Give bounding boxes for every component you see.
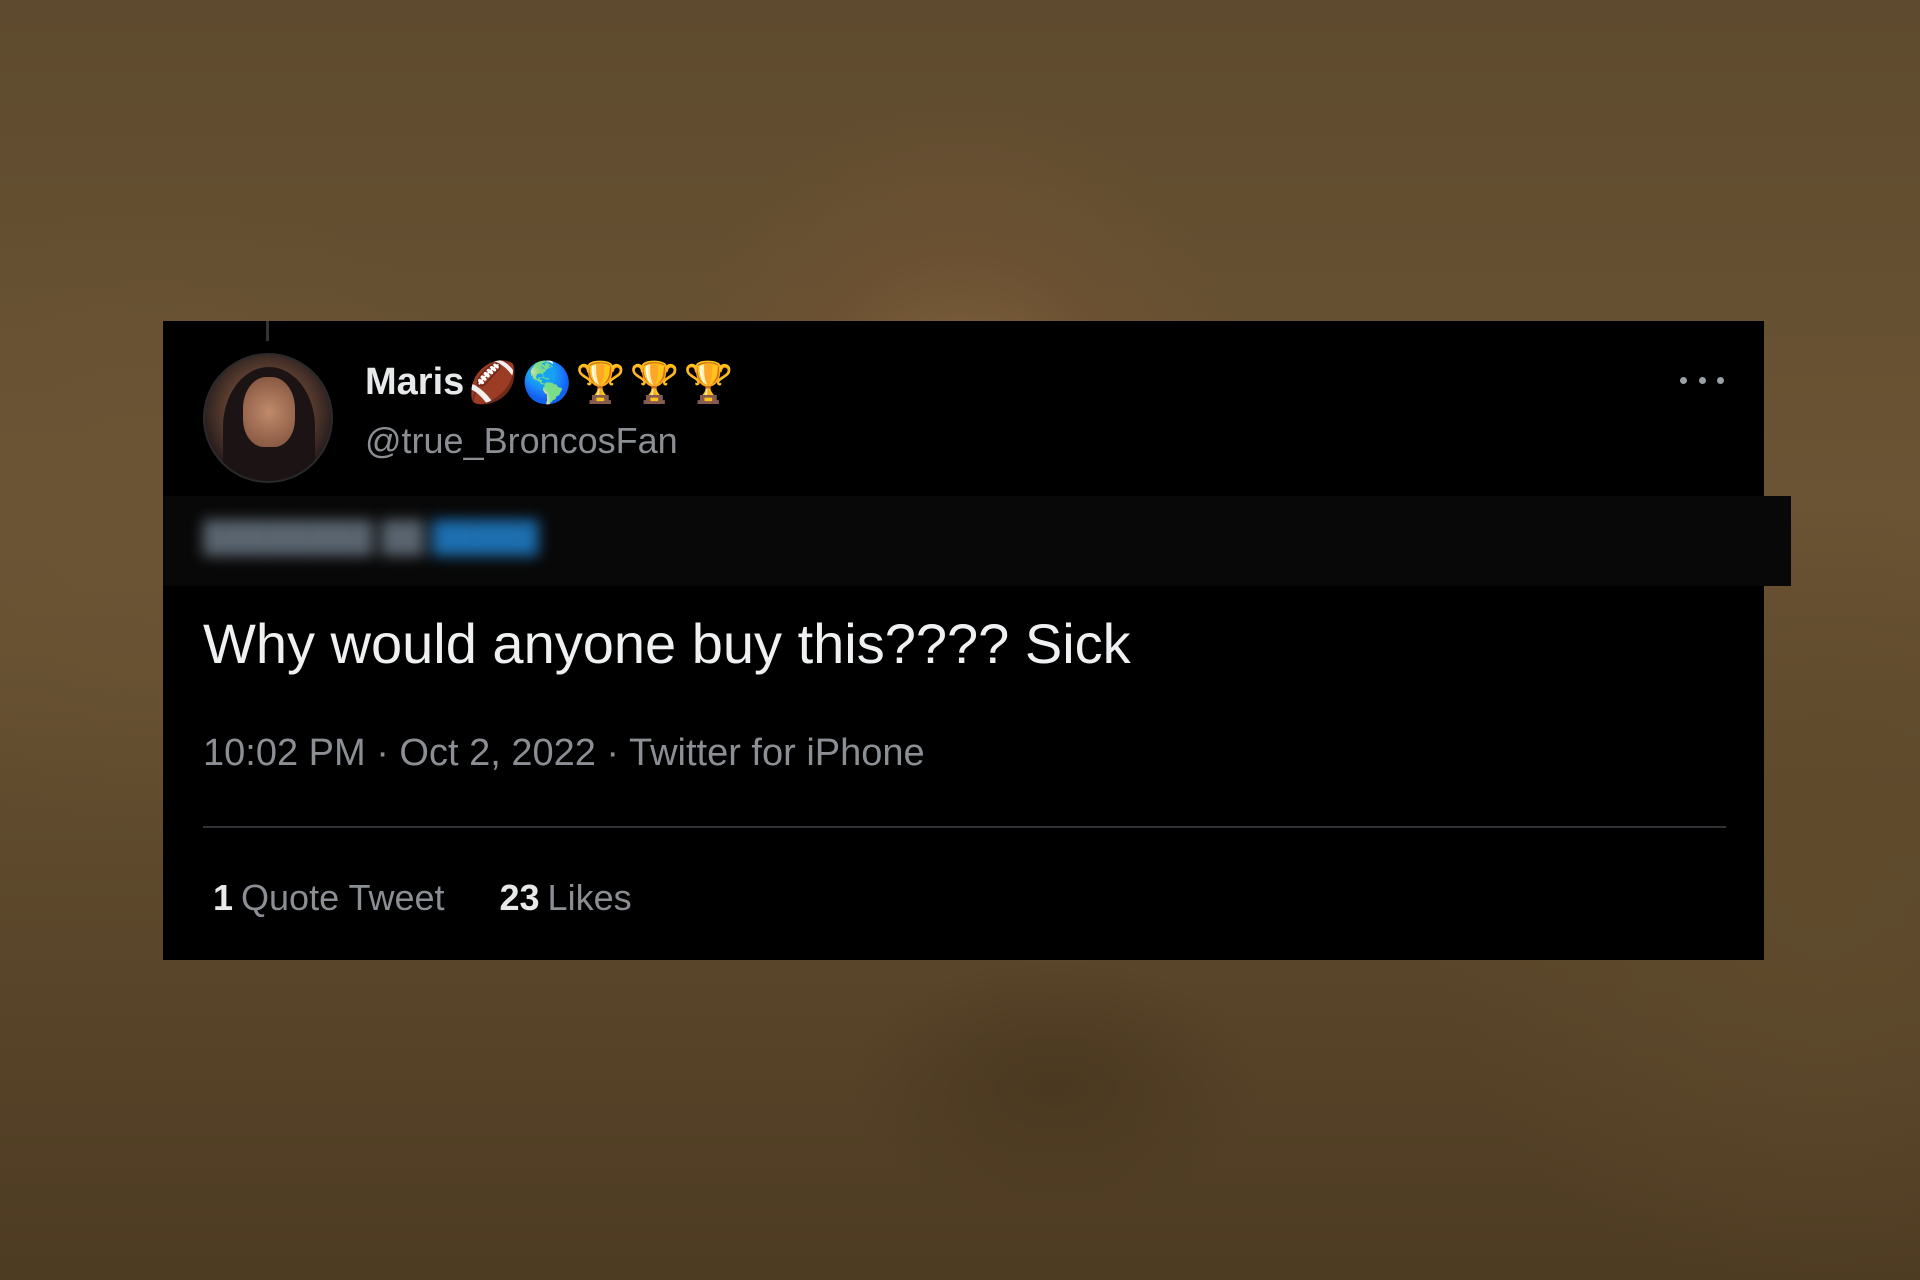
tweet-card: Maris 🏈 🌎 🏆 🏆 🏆 @true_BroncosFan ███████…: [163, 321, 1791, 960]
tweet-text: Why would anyone buy this???? Sick: [203, 612, 1131, 675]
football-emoji: 🏈: [468, 359, 519, 406]
more-dot: [1698, 376, 1706, 384]
quote-label: Quote Tweet: [241, 877, 445, 918]
replying-to-label: ████████ ██: [203, 521, 424, 554]
like-count: 23: [499, 877, 540, 918]
replying-to-blurred: ████████ ██ █████: [203, 521, 539, 555]
quote-tweets-stat[interactable]: 1 Quote Tweet: [213, 877, 445, 919]
globe-emoji: 🌎: [522, 359, 572, 406]
more-dot: [1680, 376, 1687, 384]
display-name-row[interactable]: Maris 🏈 🌎 🏆 🏆 🏆: [365, 361, 733, 404]
replying-to-mention-blurred: █████: [432, 521, 539, 554]
avatar-face: [243, 377, 295, 447]
avatar[interactable]: [203, 353, 333, 483]
display-name[interactable]: Maris: [365, 361, 464, 404]
divider: [203, 826, 1726, 828]
like-label: Likes: [547, 877, 632, 918]
more-options-icon[interactable]: [1680, 373, 1724, 387]
trophy-emoji: 🏆: [683, 359, 734, 406]
tweet-timestamp-source[interactable]: 10:02 PM · Oct 2, 2022 · Twitter for iPh…: [203, 732, 925, 775]
more-dot: [1717, 376, 1724, 384]
trophy-emoji: 🏆: [575, 359, 626, 406]
quote-count: 1: [213, 877, 234, 918]
thread-line: [266, 321, 269, 341]
tweet-stats: 1 Quote Tweet 23 Likes: [213, 877, 632, 919]
likes-stat[interactable]: 23 Likes: [500, 877, 632, 919]
trophy-emoji: 🏆: [629, 359, 680, 406]
user-handle[interactable]: @true_BroncosFan: [365, 420, 678, 462]
